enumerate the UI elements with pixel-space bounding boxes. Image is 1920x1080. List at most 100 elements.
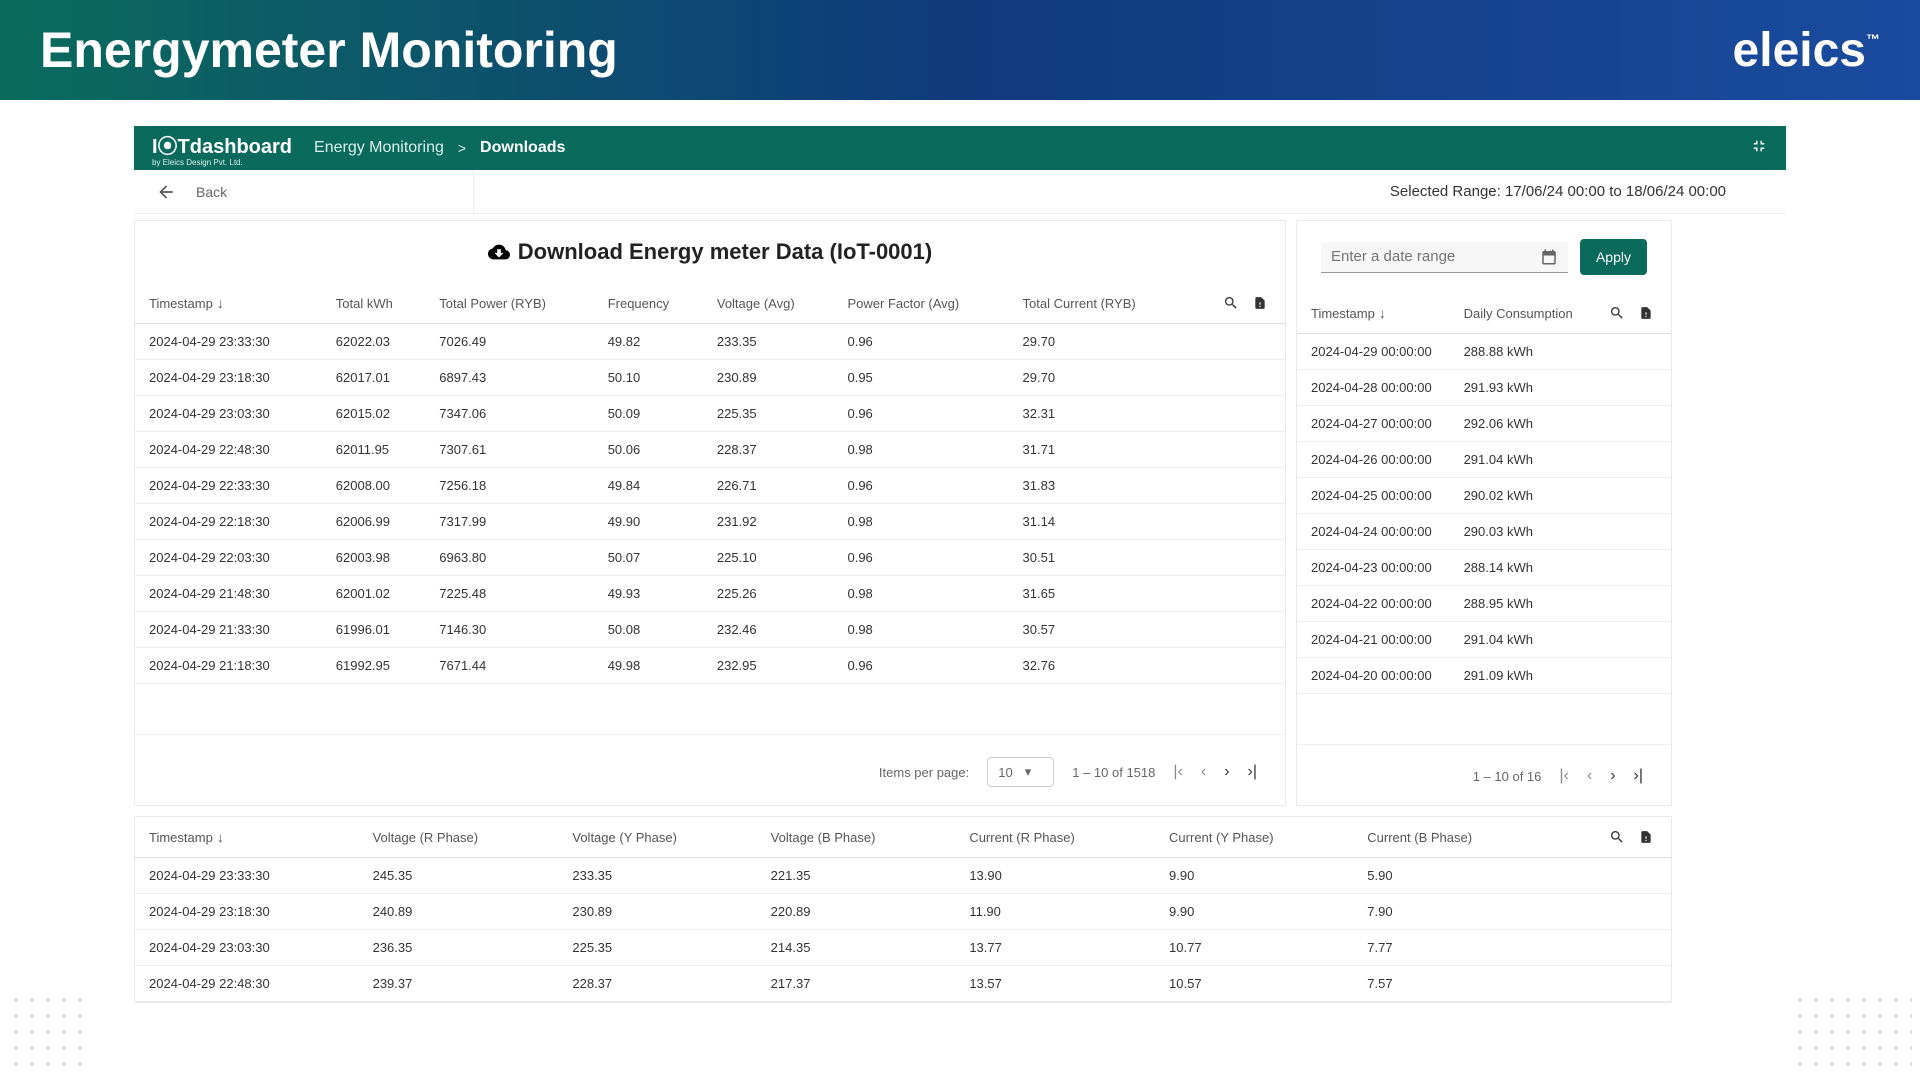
date-range-input[interactable] bbox=[1331, 248, 1540, 265]
column-header[interactable]: Current (Y Phase) bbox=[1155, 817, 1353, 858]
side-prev-page-button[interactable]: ‹ bbox=[1587, 767, 1592, 785]
search-icon[interactable] bbox=[1223, 295, 1239, 311]
fullscreen-toggle[interactable] bbox=[1750, 137, 1768, 160]
table-cell: 288.14 kWh bbox=[1450, 550, 1590, 586]
table-cell: 62003.98 bbox=[322, 540, 425, 576]
search-icon[interactable] bbox=[1609, 829, 1625, 845]
column-header[interactable]: Current (B Phase) bbox=[1353, 817, 1552, 858]
side-paginator: 1 – 10 of 16 |‹ ‹ › ›| bbox=[1297, 744, 1671, 803]
prev-page-button[interactable]: ‹ bbox=[1201, 763, 1206, 781]
table-cell: 7256.18 bbox=[425, 468, 593, 504]
column-header[interactable]: Daily Consumption bbox=[1450, 293, 1590, 334]
table-row: 2024-04-29 23:18:3062017.016897.4350.102… bbox=[135, 360, 1285, 396]
side-page-range-label: 1 – 10 of 16 bbox=[1473, 769, 1542, 784]
table-cell: 31.83 bbox=[1009, 468, 1186, 504]
table-row: 2024-04-20 00:00:00291.09 kWh bbox=[1297, 658, 1671, 694]
daily-consumption-table: Timestamp ↓Daily Consumption 2024-04-29 … bbox=[1297, 293, 1671, 694]
back-label: Back bbox=[196, 184, 227, 200]
table-cell: 7671.44 bbox=[425, 648, 593, 684]
back-button[interactable]: Back bbox=[134, 170, 474, 213]
breadcrumb: Energy Monitoring > Downloads bbox=[314, 139, 565, 157]
table-cell: 31.71 bbox=[1009, 432, 1186, 468]
breadcrumb-item-downloads[interactable]: Downloads bbox=[480, 139, 565, 157]
items-per-page-value: 10 bbox=[998, 765, 1012, 780]
search-icon[interactable] bbox=[1609, 305, 1625, 321]
table-cell: 7307.61 bbox=[425, 432, 593, 468]
file-download-icon[interactable] bbox=[1639, 829, 1653, 845]
phase-data-card: Timestamp ↓Voltage (R Phase)Voltage (Y P… bbox=[134, 816, 1672, 1003]
table-cell: 2024-04-29 21:18:30 bbox=[135, 648, 322, 684]
table-cell: 30.51 bbox=[1009, 540, 1186, 576]
table-cell: 49.98 bbox=[594, 648, 703, 684]
column-header[interactable]: Voltage (Avg) bbox=[703, 283, 834, 324]
table-cell: 245.35 bbox=[359, 858, 559, 894]
table-cell: 7225.48 bbox=[425, 576, 593, 612]
calendar-icon[interactable] bbox=[1540, 248, 1558, 266]
side-last-page-button[interactable]: ›| bbox=[1634, 767, 1643, 785]
column-header[interactable]: Voltage (R Phase) bbox=[359, 817, 559, 858]
table-cell: 292.06 kWh bbox=[1450, 406, 1590, 442]
table-cell: 233.35 bbox=[558, 858, 756, 894]
table-cell: 214.35 bbox=[757, 930, 956, 966]
date-range-input-wrap[interactable] bbox=[1321, 242, 1568, 273]
table-cell: 2024-04-29 22:33:30 bbox=[135, 468, 322, 504]
page-range-label: 1 – 10 of 1518 bbox=[1072, 765, 1155, 780]
table-cell: 290.03 kWh bbox=[1450, 514, 1590, 550]
breadcrumb-item-energy-monitoring[interactable]: Energy Monitoring bbox=[314, 139, 444, 157]
fullscreen-exit-icon bbox=[1750, 137, 1768, 155]
table-cell: 50.09 bbox=[594, 396, 703, 432]
table-cell: 225.10 bbox=[703, 540, 834, 576]
actions-header bbox=[1590, 293, 1671, 334]
table-cell: 2024-04-25 00:00:00 bbox=[1297, 478, 1450, 514]
table-cell: 0.98 bbox=[833, 432, 1008, 468]
table-cell: 232.46 bbox=[703, 612, 834, 648]
daily-consumption-card: Apply Timestamp ↓Daily Consumption 2024-… bbox=[1296, 220, 1672, 806]
table-cell: 62006.99 bbox=[322, 504, 425, 540]
file-download-icon[interactable] bbox=[1639, 305, 1653, 321]
items-per-page-select[interactable]: 10 ▾ bbox=[987, 757, 1054, 787]
table-cell: 62022.03 bbox=[322, 324, 425, 360]
app-container: I⦿Tdashboard by Eleics Design Pvt. Ltd. … bbox=[0, 100, 1920, 1003]
column-header[interactable]: Current (R Phase) bbox=[955, 817, 1155, 858]
table-cell: 62001.02 bbox=[322, 576, 425, 612]
table-cell: 7.77 bbox=[1353, 930, 1552, 966]
column-header[interactable]: Total Current (RYB) bbox=[1009, 283, 1186, 324]
table-cell: 236.35 bbox=[359, 930, 559, 966]
table-cell: 0.95 bbox=[833, 360, 1008, 396]
table-cell: 2024-04-29 23:33:30 bbox=[135, 858, 359, 894]
next-page-button[interactable]: › bbox=[1224, 763, 1229, 781]
table-row: 2024-04-28 00:00:00291.93 kWh bbox=[1297, 370, 1671, 406]
decorative-dots bbox=[1792, 992, 1912, 1072]
table-cell: 230.89 bbox=[703, 360, 834, 396]
table-cell: 2024-04-29 22:48:30 bbox=[135, 966, 359, 1002]
first-page-button[interactable]: |‹ bbox=[1173, 763, 1182, 781]
column-header[interactable]: Power Factor (Avg) bbox=[833, 283, 1008, 324]
table-row: 2024-04-29 21:18:3061992.957671.4449.982… bbox=[135, 648, 1285, 684]
table-cell: 226.71 bbox=[703, 468, 834, 504]
side-first-page-button[interactable]: |‹ bbox=[1559, 767, 1568, 785]
table-cell: 0.98 bbox=[833, 612, 1008, 648]
table-cell: 291.04 kWh bbox=[1450, 442, 1590, 478]
side-next-page-button[interactable]: › bbox=[1610, 767, 1615, 785]
column-header[interactable]: Timestamp ↓ bbox=[135, 817, 359, 858]
column-header[interactable]: Timestamp ↓ bbox=[1297, 293, 1450, 334]
file-download-icon[interactable] bbox=[1253, 295, 1267, 311]
table-cell: 220.89 bbox=[757, 894, 956, 930]
column-header[interactable]: Voltage (B Phase) bbox=[757, 817, 956, 858]
table-cell: 231.92 bbox=[703, 504, 834, 540]
last-page-button[interactable]: ›| bbox=[1248, 763, 1257, 781]
column-header[interactable]: Frequency bbox=[594, 283, 703, 324]
table-row: 2024-04-21 00:00:00291.04 kWh bbox=[1297, 622, 1671, 658]
column-header[interactable]: Voltage (Y Phase) bbox=[558, 817, 756, 858]
table-cell: 7347.06 bbox=[425, 396, 593, 432]
column-header[interactable]: Total kWh bbox=[322, 283, 425, 324]
banner: Energymeter Monitoring eleics ™ bbox=[0, 0, 1920, 100]
column-header[interactable]: Timestamp ↓ bbox=[135, 283, 322, 324]
apply-button[interactable]: Apply bbox=[1580, 239, 1647, 275]
table-cell: 13.90 bbox=[955, 858, 1155, 894]
table-cell: 2024-04-26 00:00:00 bbox=[1297, 442, 1450, 478]
main-paginator: Items per page: 10 ▾ 1 – 10 of 1518 |‹ ‹… bbox=[135, 734, 1285, 805]
table-row: 2024-04-29 21:48:3062001.027225.4849.932… bbox=[135, 576, 1285, 612]
column-header[interactable]: Total Power (RYB) bbox=[425, 283, 593, 324]
table-cell: 9.90 bbox=[1155, 858, 1353, 894]
